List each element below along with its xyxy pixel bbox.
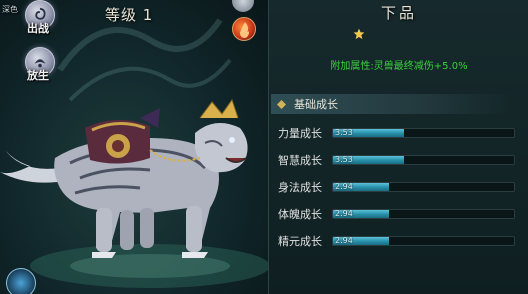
stat-value: 2.94: [335, 236, 353, 245]
diamond-bullet-icon: [277, 99, 286, 109]
stat-label: 身法成长: [278, 181, 322, 194]
stat-bar: 2.94: [332, 209, 515, 219]
release-label[interactable]: 放生: [27, 67, 49, 83]
stat-value: 2.94: [335, 182, 353, 191]
stat-value: 3.53: [335, 155, 353, 164]
growth-stat-row: 身法成长 2.94: [278, 180, 515, 194]
pet-attribute-panel: 下品 附加属性:灵兽最终减伤+5.0% 基础成长 力量成长 3.53 智慧成长 3.5…: [268, 0, 528, 294]
stat-bar: 3.53: [332, 155, 515, 165]
stat-label: 智慧成长: [278, 154, 322, 167]
stat-value: 3.53: [335, 128, 353, 137]
level-text: 等级 1: [105, 6, 154, 24]
basic-growth-header: 基础成长: [271, 94, 511, 114]
growth-stat-row: 精元成长 2.94: [278, 234, 515, 248]
stat-bar: 2.94: [332, 236, 515, 246]
stat-bar: 2.94: [332, 182, 515, 192]
stat-label: 力量成长: [278, 127, 322, 140]
top-tag: 深色: [2, 5, 18, 14]
stat-bar: 3.53: [332, 128, 515, 138]
grade-title: 下品: [380, 4, 417, 22]
deploy-label[interactable]: 出战: [27, 20, 49, 36]
stat-value: 2.94: [335, 209, 353, 218]
growth-stat-row: 力量成长 3.53: [278, 126, 515, 140]
pet-display-panel: 深色 出战 放生 等级 1: [0, 0, 268, 294]
stat-label: 体魄成长: [278, 208, 322, 221]
flame-glyph: [240, 22, 249, 38]
stat-label: 精元成长: [278, 235, 322, 248]
growth-stat-row: 体魄成长 2.94: [278, 207, 515, 221]
bonus-attribute-text: 附加属性:灵兽最终减伤+5.0%: [330, 61, 468, 72]
flame-skill-icon[interactable]: [232, 17, 256, 41]
growth-stat-row: 智慧成长 3.53: [278, 153, 515, 167]
section-title: 基础成长: [294, 98, 338, 111]
emblem-icon[interactable]: [6, 268, 36, 294]
white-tiger-beast-image: [0, 98, 268, 288]
star-icon: [353, 28, 365, 40]
